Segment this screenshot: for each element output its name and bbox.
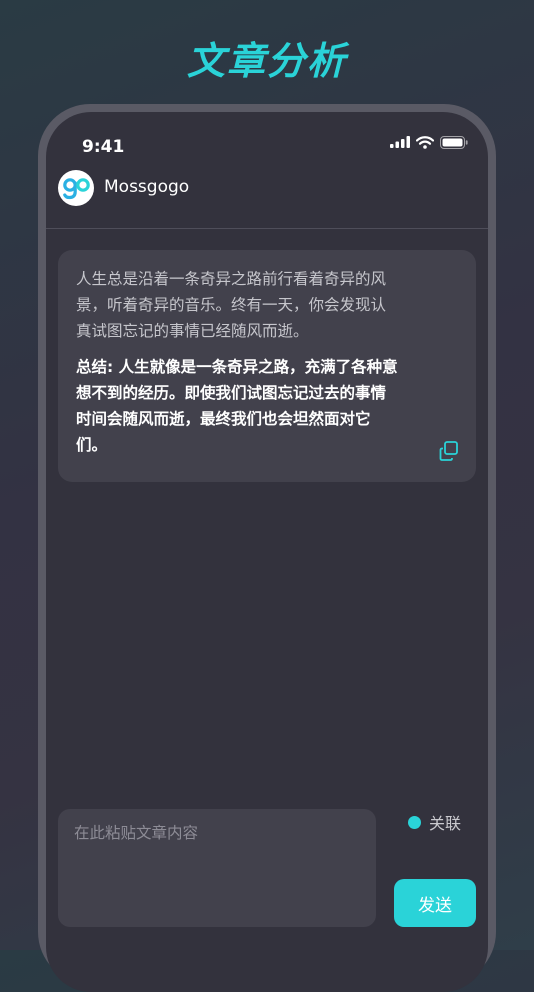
- app-header: Mossgogo: [46, 164, 488, 229]
- copy-icon[interactable]: [438, 440, 460, 462]
- analysis-result-card: 人生总是沿着一条奇异之路前行看着奇异的风景，听着奇异的音乐。终有一天，你会发现认…: [58, 250, 476, 482]
- signal-icon: [390, 136, 410, 148]
- page-heading: 文章分析: [186, 39, 347, 83]
- article-input-box: [58, 809, 376, 927]
- relate-label: 关联: [429, 814, 462, 833]
- relate-radio-dot[interactable]: [408, 815, 421, 829]
- summary-text: 总结: 人生就像是一条奇异之路，充满了各种意想不到的经历。即使我们试图忘记过去的…: [76, 358, 398, 454]
- article-input[interactable]: [58, 809, 376, 927]
- wifi-icon: [416, 135, 434, 149]
- phone-screen: 9:41 Mossgogo 人生总是沿着一条奇异之路前行看着奇异的风景，听着奇异…: [46, 112, 488, 992]
- send-button[interactable]: 发送: [394, 879, 476, 927]
- phone-frame: 9:41 Mossgogo 人生总是沿着一条奇异之路前行看着奇异的风景，听着奇异…: [38, 104, 496, 992]
- status-icons: [390, 134, 468, 150]
- app-name: Mossgogo: [104, 177, 190, 197]
- status-time: 9:41: [82, 137, 125, 157]
- relate-toggle[interactable]: 关联: [408, 810, 461, 834]
- original-article-text: 人生总是沿着一条奇异之路前行看着奇异的风景，听着奇异的音乐。终有一天，你会发现认…: [76, 270, 387, 340]
- app-logo-icon: [63, 178, 90, 200]
- battery-icon: [440, 135, 468, 149]
- app-logo: [58, 170, 94, 206]
